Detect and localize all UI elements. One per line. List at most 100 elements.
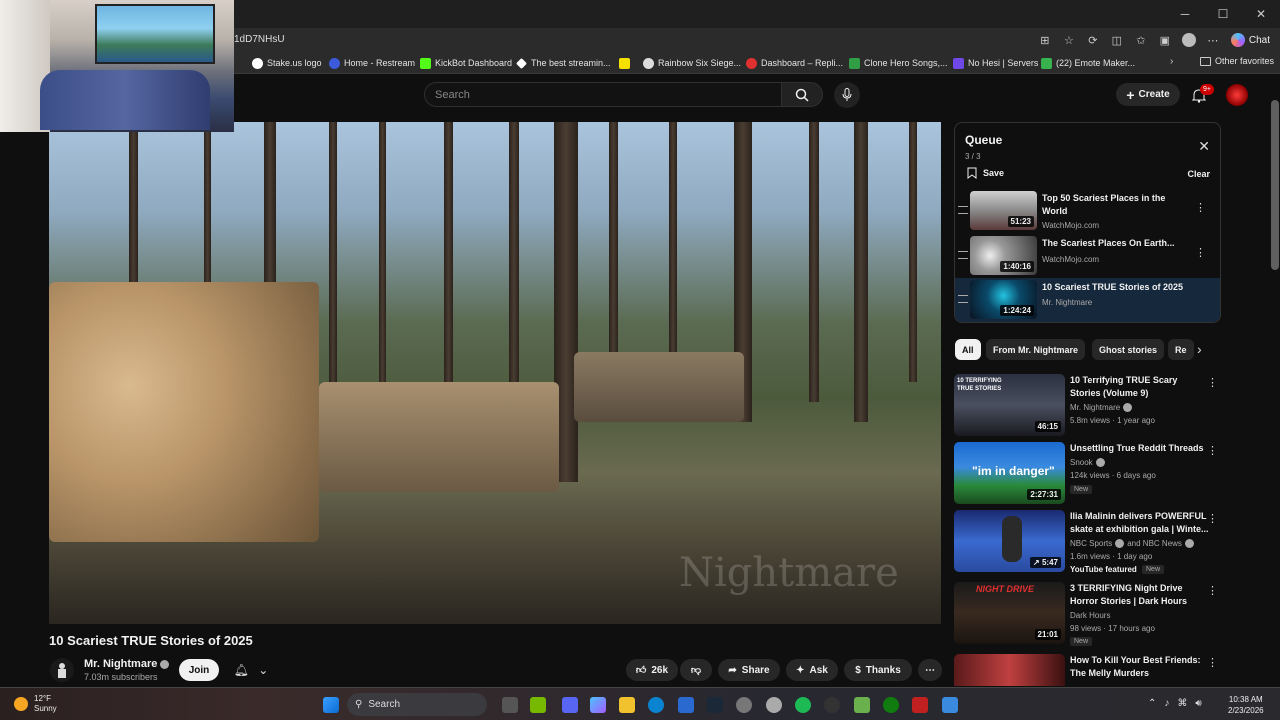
chip-from-channel[interactable]: From Mr. Nightmare: [986, 339, 1086, 360]
spotify-icon[interactable]: [795, 697, 811, 713]
queue-thumbnail[interactable]: 1:24:24: [970, 280, 1037, 319]
ask-button[interactable]: ✦ Ask: [786, 659, 838, 681]
drag-handle-icon[interactable]: [958, 295, 968, 303]
bookmark-item[interactable]: KickBot Dashboard: [420, 56, 512, 70]
thanks-button[interactable]: $ Thanks: [844, 659, 912, 681]
url-text[interactable]: 1dD7NHsU: [234, 34, 285, 45]
bookmark-item[interactable]: Stake.us logo: [252, 56, 322, 70]
recommendation-thumbnail[interactable]: [954, 654, 1065, 686]
drag-handle-icon[interactable]: [958, 206, 968, 214]
create-button[interactable]: + Create: [1116, 83, 1180, 106]
recommendation-thumbnail[interactable]: NIGHT DRIVE 21:01: [954, 582, 1065, 644]
discord-icon[interactable]: [562, 697, 578, 713]
favorites-icon[interactable]: ✩: [1131, 30, 1151, 50]
more-actions-button[interactable]: ⋯: [918, 659, 942, 681]
share-button[interactable]: ➦ Share: [718, 659, 780, 681]
more-vert-icon[interactable]: ⋮: [1195, 246, 1206, 259]
bookmark-item[interactable]: Clone Hero Songs,...: [849, 56, 948, 70]
channel-name-text[interactable]: Snook: [1070, 458, 1093, 467]
nvidia-icon[interactable]: [530, 697, 546, 713]
windows-start-icon[interactable]: [323, 697, 339, 713]
join-button[interactable]: Join: [179, 659, 219, 681]
chip-ghost-stories[interactable]: Ghost stories: [1092, 339, 1165, 360]
queue-clear-button[interactable]: Clear: [1187, 169, 1210, 179]
close-icon[interactable]: ✕: [1198, 138, 1210, 155]
bookmarks-overflow-chevron-icon[interactable]: ›: [1170, 56, 1173, 67]
bookmark-item[interactable]: [619, 56, 634, 70]
store-icon[interactable]: [678, 697, 694, 713]
recommendation-title[interactable]: Ilia Malinin delivers POWERFUL skate at …: [1070, 510, 1210, 536]
recommendation-item[interactable]: NIGHT DRIVE 21:01 3 TERRIFYING Night Dri…: [954, 582, 1224, 646]
subscription-bell-button[interactable]: 🔔︎ ⌄: [229, 659, 273, 681]
copilot-app-icon[interactable]: [590, 697, 606, 713]
search-input[interactable]: Search: [424, 82, 782, 107]
more-vert-icon[interactable]: ⋮: [1207, 444, 1218, 457]
dislike-button[interactable]: 👎︎: [680, 659, 712, 681]
recommendation-title[interactable]: 10 Terrifying TRUE Scary Stories (Volume…: [1070, 374, 1210, 400]
other-favorites[interactable]: Other favorites: [1200, 56, 1274, 66]
queue-item-title[interactable]: 10 Scariest TRUE Stories of 2025: [1042, 281, 1192, 294]
close-window-button[interactable]: ✕: [1242, 0, 1280, 28]
recommendation-item[interactable]: 10 TERRIFYING TRUE STORIES 46:15 10 Terr…: [954, 374, 1224, 438]
bookmark-item[interactable]: Rainbow Six Siege...: [643, 56, 741, 70]
queue-thumbnail[interactable]: 1:40:16: [970, 236, 1037, 275]
queue-item-title[interactable]: The Scariest Places On Earth...: [1042, 237, 1192, 250]
queue-item-current[interactable]: 1:24:24 10 Scariest TRUE Stories of 2025…: [955, 278, 1220, 322]
more-vert-icon[interactable]: ⋮: [1207, 512, 1218, 525]
channel-name-text[interactable]: NBC Sports: [1070, 539, 1112, 548]
steam-icon[interactable]: [707, 697, 723, 713]
recommendation-item[interactable]: ↗ 5:47 Ilia Malinin delivers POWERFUL sk…: [954, 510, 1224, 574]
chevron-right-icon[interactable]: ›: [1197, 341, 1202, 357]
queue-save-button[interactable]: Save: [967, 167, 1004, 179]
split-screen-icon[interactable]: ◫: [1107, 30, 1127, 50]
recommendation-title[interactable]: How To Kill Your Best Friends: The Melly…: [1070, 654, 1210, 680]
recommendation-title[interactable]: Unsettling True Reddit Threads: [1070, 442, 1210, 455]
more-vert-icon[interactable]: ⋮: [1207, 376, 1218, 389]
app-available-icon[interactable]: ⊞: [1035, 30, 1055, 50]
favorite-star-icon[interactable]: ☆: [1059, 30, 1079, 50]
recommendation-title[interactable]: 3 TERRIFYING Night Drive Horror Stories …: [1070, 582, 1210, 608]
recommendation-thumbnail[interactable]: ↗ 5:47: [954, 510, 1065, 572]
like-button[interactable]: 👍︎ 26k: [626, 659, 678, 681]
recommendation-thumbnail[interactable]: "im in danger" 2:27:31: [954, 442, 1065, 504]
queue-item[interactable]: 51:23 Top 50 Scariest Places in the Worl…: [955, 189, 1220, 233]
system-clock[interactable]: 10:38 AM 2/23/2026: [1228, 694, 1264, 716]
drag-handle-icon[interactable]: [958, 251, 968, 259]
app-icon[interactable]: [736, 697, 752, 713]
maximize-button[interactable]: ☐: [1204, 0, 1242, 28]
chevron-up-icon[interactable]: ⌃: [1148, 698, 1156, 709]
bookmark-item[interactable]: No Hesi | Servers: [953, 56, 1038, 70]
channel-name-text-2[interactable]: and NBC News: [1127, 539, 1182, 548]
recommendation-thumbnail[interactable]: 10 TERRIFYING TRUE STORIES 46:15: [954, 374, 1065, 436]
bookmark-item[interactable]: Home - Restream: [329, 56, 415, 70]
app-b-icon[interactable]: [854, 697, 870, 713]
app-blue-icon[interactable]: [942, 697, 958, 713]
copilot-chat-button[interactable]: Chat: [1227, 33, 1274, 47]
channel-name-text[interactable]: Mr. Nightmare: [84, 658, 157, 670]
refresh-icon[interactable]: ⟳: [1083, 30, 1103, 50]
more-menu-icon[interactable]: ⋯: [1203, 30, 1223, 50]
bookmark-item[interactable]: Dashboard – Repli...: [746, 56, 843, 70]
4k-downloader-icon[interactable]: [824, 697, 840, 713]
chip-partial[interactable]: Re: [1168, 339, 1194, 360]
voice-search-button[interactable]: [834, 82, 860, 108]
channel-name[interactable]: Mr. Nightmare: [84, 658, 170, 670]
recommendation-item[interactable]: How To Kill Your Best Friends: The Melly…: [954, 654, 1224, 686]
profile-avatar[interactable]: [1179, 30, 1199, 50]
bookmark-item[interactable]: The best streamin...: [516, 56, 611, 70]
more-vert-icon[interactable]: ⋮: [1207, 656, 1218, 669]
xbox-icon[interactable]: [883, 697, 899, 713]
edge-icon[interactable]: [648, 697, 664, 713]
file-explorer-icon[interactable]: [619, 697, 635, 713]
more-vert-icon[interactable]: ⋮: [1207, 584, 1218, 597]
mic-tray-icon[interactable]: ♪: [1164, 698, 1169, 709]
queue-item[interactable]: 1:40:16 The Scariest Places On Earth... …: [955, 234, 1220, 278]
settings-gear-icon[interactable]: [766, 697, 782, 713]
weather-widget[interactable]: 12°F Sunny: [14, 694, 57, 714]
more-vert-icon[interactable]: ⋮: [1195, 201, 1206, 214]
queue-item-title[interactable]: Top 50 Scariest Places in the World: [1042, 192, 1192, 218]
recommendation-channel[interactable]: NBC Sports and NBC News: [1070, 539, 1194, 548]
search-button[interactable]: [781, 82, 823, 107]
channel-avatar[interactable]: [50, 658, 74, 682]
chip-all[interactable]: All: [955, 339, 981, 360]
